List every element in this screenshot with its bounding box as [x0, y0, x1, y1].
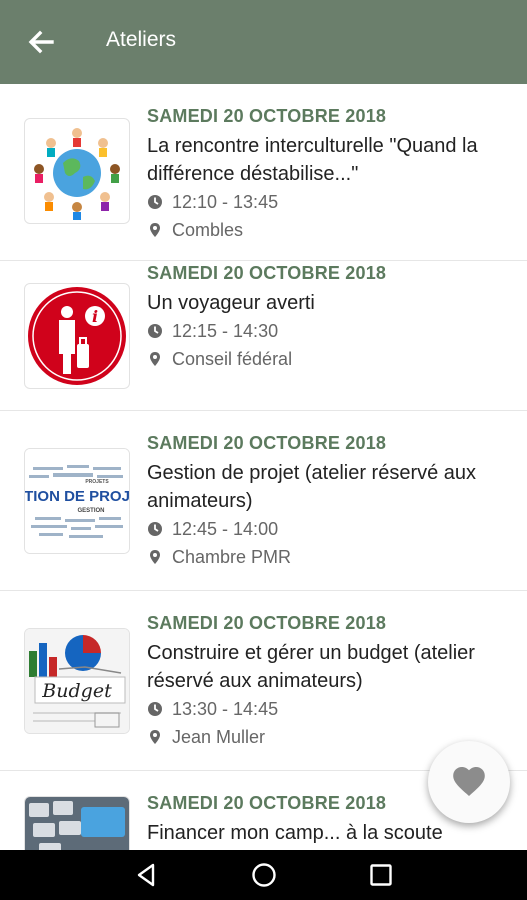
workshop-time: 12:10 - 13:45	[147, 188, 513, 216]
workshop-title: Financer mon camp... à la scoute	[147, 822, 443, 844]
workshop-time: 12:45 - 14:00	[147, 515, 513, 543]
workshop-location: Conseil fédéral	[147, 345, 513, 373]
traveler-info-sign-image: i	[24, 283, 130, 389]
clock-icon	[148, 195, 162, 209]
workshop-title: La rencontre interculturelle "Quand la d…	[147, 135, 478, 185]
nav-back-icon	[137, 863, 155, 887]
svg-text:i: i	[92, 307, 98, 326]
location-text: Chambre PMR	[172, 547, 292, 567]
heart-icon	[453, 767, 485, 796]
location-text: Conseil fédéral	[172, 349, 293, 369]
budget-text: Budget	[41, 680, 112, 702]
location-pin-icon	[150, 352, 160, 366]
children-globe-image	[24, 118, 130, 224]
app-bar: Ateliers	[0, 0, 527, 84]
time-text: 12:15 - 14:30	[172, 321, 279, 341]
clock-icon	[148, 324, 162, 338]
location-text: Combles	[172, 220, 244, 240]
clock-icon	[148, 522, 162, 536]
clock-icon	[148, 702, 162, 716]
workshop-date: SAMEDI 20 OCTOBRE 2018	[147, 263, 387, 283]
favorite-button[interactable]	[428, 741, 510, 823]
workshop-time: 12:15 - 14:30	[147, 317, 513, 345]
workshop-list[interactable]: SAMEDI 20 OCTOBRE 2018 La rencontre inte…	[0, 84, 527, 850]
workshop-time: 13:30 - 14:45	[147, 695, 513, 723]
arrow-left-icon	[28, 30, 54, 54]
workshop-title: Gestion de projet (atelier réservé aux a…	[147, 462, 477, 512]
location-text: Jean Muller	[172, 727, 266, 747]
list-item[interactable]: i SAMEDI 20 OCTOBRE 2018 Un voyageur ave…	[0, 261, 527, 411]
workshop-date: SAMEDI 20 OCTOBRE 2018	[147, 433, 387, 453]
keyboard-image	[24, 796, 130, 850]
time-text: 13:30 - 14:45	[172, 699, 279, 719]
workshop-date: SAMEDI 20 OCTOBRE 2018	[147, 613, 387, 633]
nav-back-button[interactable]	[133, 861, 161, 889]
list-item[interactable]: SAMEDI 20 OCTOBRE 2018 La rencontre inte…	[0, 84, 527, 261]
list-item[interactable]: Budget SAMEDI 20 OCTOBRE 2018 Construire…	[0, 591, 527, 771]
page-title: Ateliers	[106, 28, 177, 51]
budget-chart-image: Budget	[24, 628, 130, 734]
list-item[interactable]: STION DE PROJE GESTION PROJETS SAMEDI 20…	[0, 411, 527, 591]
system-nav-bar	[0, 850, 527, 900]
workshop-date: SAMEDI 20 OCTOBRE 2018	[147, 106, 387, 126]
nav-recents-button[interactable]	[367, 861, 395, 889]
time-text: 12:45 - 14:00	[172, 519, 279, 539]
location-pin-icon	[150, 223, 160, 237]
workshop-title: Construire et gérer un budget (atelier r…	[147, 642, 475, 692]
location-pin-icon	[150, 730, 160, 744]
nav-home-button[interactable]	[250, 861, 278, 889]
location-pin-icon	[150, 550, 160, 564]
gestion-de-projet-wordcloud-image: STION DE PROJE GESTION PROJETS	[24, 448, 130, 554]
nav-recents-icon	[370, 864, 392, 886]
nav-home-icon	[252, 863, 276, 887]
workshop-title: Un voyageur averti	[147, 292, 315, 314]
workshop-location: Combles	[147, 216, 513, 244]
wordcloud-text: STION DE PROJE	[25, 488, 129, 505]
svg-text:GESTION: GESTION	[77, 508, 104, 514]
time-text: 12:10 - 13:45	[172, 192, 279, 212]
back-button[interactable]	[26, 27, 56, 57]
svg-text:PROJETS: PROJETS	[85, 479, 109, 485]
workshop-location: Chambre PMR	[147, 543, 513, 571]
